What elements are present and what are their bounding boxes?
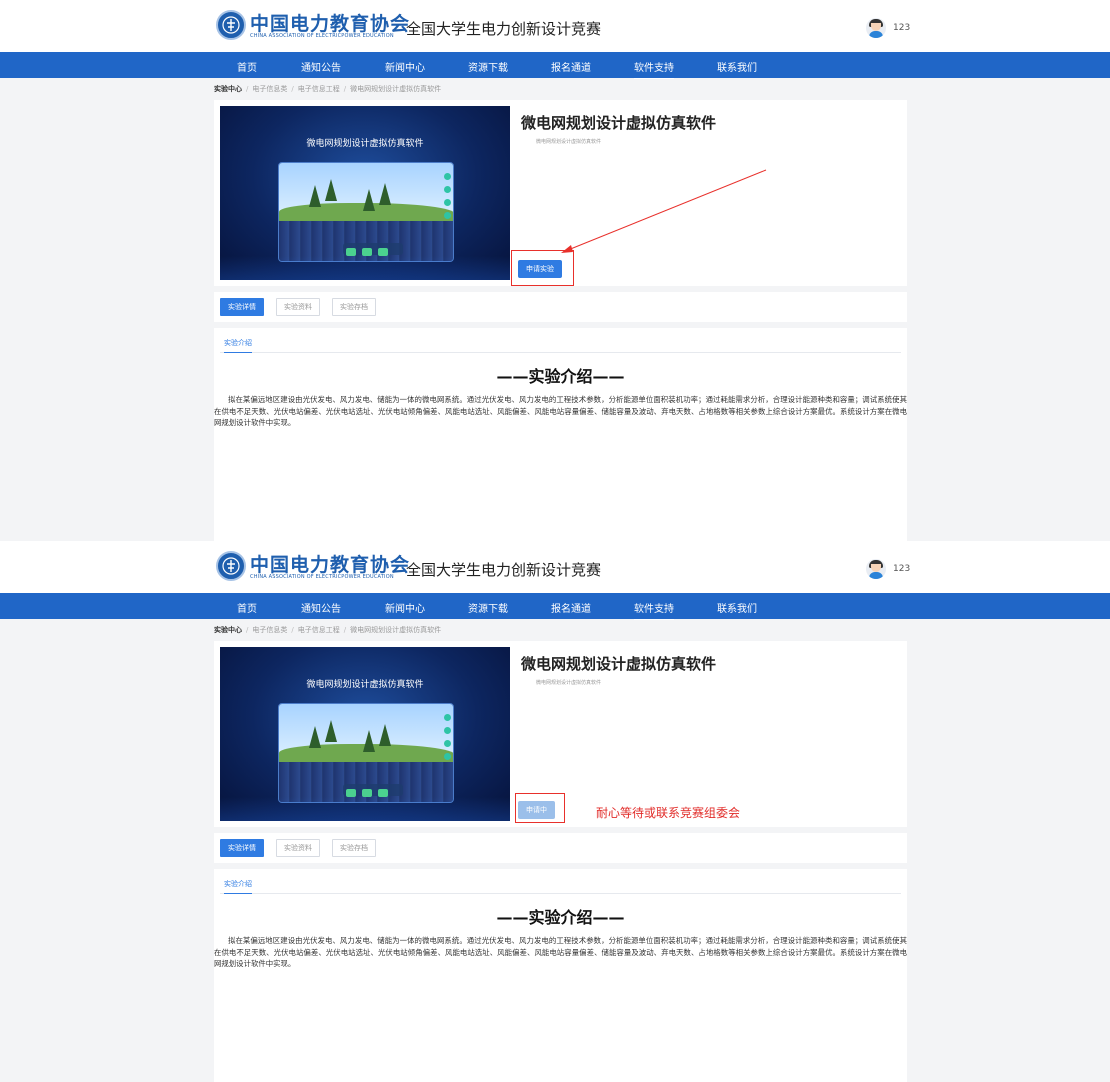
section-title: ——实验介绍—— (496, 367, 625, 386)
breadcrumb-item[interactable]: 电子信息工程 (298, 626, 340, 634)
breadcrumb-item[interactable]: 电子信息类 (252, 626, 287, 634)
product-title: 微电网规划设计虚拟仿真软件 (521, 114, 717, 132)
content-card: 实验介绍 ——实验介绍—— 拟在某偏远地区建设由光伏发电、风力发电、储能为一体的… (214, 869, 907, 1082)
product-cover-image: 微电网规划设计虚拟仿真软件 (220, 647, 510, 821)
user-avatar[interactable] (866, 18, 886, 38)
competition-title: 全国大学生电力创新设计竞赛 (406, 20, 602, 38)
nav-item-contact[interactable]: 联系我们 (717, 600, 757, 615)
association-logo-icon[interactable] (216, 551, 246, 581)
product-subtitle: 微电网规划设计虚拟仿真软件 (536, 139, 602, 145)
nav-item-notices[interactable]: 通知公告 (301, 59, 341, 74)
breadcrumb-item: 微电网规划设计虚拟仿真软件 (350, 626, 442, 634)
breadcrumb-item: 微电网规划设计虚拟仿真软件 (350, 85, 442, 93)
tab-experiment-details[interactable]: 实验详情 (220, 839, 264, 857)
cover-scene (278, 162, 454, 262)
site-header: 中国电力教育协会 CHINA ASSOCIATION OF ELECTRICPO… (0, 0, 1110, 52)
tab-experiment-archive[interactable]: 实验存档 (332, 839, 376, 857)
tab-experiment-details[interactable]: 实验详情 (220, 298, 264, 316)
main-nav: 首页 通知公告 新闻中心 资源下载 报名通道 软件支持 联系我们 (0, 52, 1110, 79)
sub-tabs: 实验介绍 (220, 879, 901, 894)
product-card: 微电网规划设计虚拟仿真软件 微电网规划设计虚拟仿真软件 微电网规划设计虚拟仿真软… (214, 100, 907, 286)
breadcrumb-item[interactable]: 电子信息类 (252, 85, 287, 93)
association-logo-icon[interactable] (216, 10, 246, 40)
site-header: 中国电力教育协会 CHINA ASSOCIATION OF ELECTRICPO… (0, 541, 1110, 593)
intro-paragraph: 拟在某偏远地区建设由光伏发电、风力发电、储能为一体的微电网系统。通过光伏发电、风… (214, 936, 907, 968)
username[interactable]: 123 (893, 564, 910, 574)
org-name-en: CHINA ASSOCIATION OF ELECTRICPOWER EDUCA… (250, 574, 394, 580)
breadcrumb-root[interactable]: 实验中心 (214, 85, 242, 93)
tab-experiment-archive[interactable]: 实验存档 (332, 298, 376, 316)
competition-title: 全国大学生电力创新设计竞赛 (406, 561, 602, 579)
screenshot-after: 中国电力教育协会 CHINA ASSOCIATION OF ELECTRICPO… (0, 541, 1110, 1082)
detail-tabs: 实验详情 实验资料 实验存档 (214, 833, 907, 863)
nav-item-home[interactable]: 首页 (237, 59, 257, 74)
sub-tab-intro[interactable]: 实验介绍 (224, 338, 252, 353)
breadcrumb: 实验中心 / 电子信息类 / 电子信息工程 / 微电网规划设计虚拟仿真软件 (214, 626, 442, 634)
breadcrumb-item[interactable]: 电子信息工程 (298, 85, 340, 93)
user-avatar[interactable] (866, 559, 886, 579)
cover-title: 微电网规划设计虚拟仿真软件 (306, 139, 424, 149)
nav-item-home[interactable]: 首页 (237, 600, 257, 615)
screenshot-before: 中国电力教育协会 CHINA ASSOCIATION OF ELECTRICPO… (0, 0, 1110, 541)
username[interactable]: 123 (893, 23, 910, 33)
nav-item-downloads[interactable]: 资源下载 (468, 600, 508, 615)
cover-scene (278, 703, 454, 803)
sub-tab-intro[interactable]: 实验介绍 (224, 879, 252, 894)
nav-item-software[interactable]: 软件支持 (634, 59, 674, 79)
nav-item-contact[interactable]: 联系我们 (717, 59, 757, 74)
highlight-box (515, 793, 565, 823)
breadcrumb: 实验中心 / 电子信息类 / 电子信息工程 / 微电网规划设计虚拟仿真软件 (214, 85, 442, 93)
nav-item-registration[interactable]: 报名通道 (551, 59, 591, 74)
detail-tabs: 实验详情 实验资料 实验存档 (214, 292, 907, 322)
annotation-text: 耐心等待或联系竞赛组委会 (596, 806, 741, 820)
tab-experiment-materials[interactable]: 实验资料 (276, 298, 320, 316)
content-card: 实验介绍 ——实验介绍—— 拟在某偏远地区建设由光伏发电、风力发电、储能为一体的… (214, 328, 907, 541)
product-cover-image: 微电网规划设计虚拟仿真软件 (220, 106, 510, 280)
org-name: 中国电力教育协会 (250, 13, 411, 35)
highlight-box (511, 250, 574, 286)
nav-item-notices[interactable]: 通知公告 (301, 600, 341, 615)
nav-item-news[interactable]: 新闻中心 (385, 600, 425, 615)
org-name-en: CHINA ASSOCIATION OF ELECTRICPOWER EDUCA… (250, 33, 394, 39)
tab-experiment-materials[interactable]: 实验资料 (276, 839, 320, 857)
nav-item-downloads[interactable]: 资源下载 (468, 59, 508, 74)
nav-item-software[interactable]: 软件支持 (634, 600, 674, 620)
product-title: 微电网规划设计虚拟仿真软件 (521, 655, 717, 673)
intro-paragraph: 拟在某偏远地区建设由光伏发电、风力发电、储能为一体的微电网系统。通过光伏发电、风… (214, 395, 907, 427)
nav-item-news[interactable]: 新闻中心 (385, 59, 425, 74)
cover-title: 微电网规划设计虚拟仿真软件 (306, 680, 424, 690)
main-nav: 首页 通知公告 新闻中心 资源下载 报名通道 软件支持 联系我们 (0, 593, 1110, 620)
product-card: 微电网规划设计虚拟仿真软件 微电网规划设计虚拟仿真软件 微电网规划设计虚拟仿真软… (214, 641, 907, 827)
product-subtitle: 微电网规划设计虚拟仿真软件 (536, 680, 602, 686)
org-name: 中国电力教育协会 (250, 554, 411, 576)
section-title: ——实验介绍—— (496, 908, 625, 927)
breadcrumb-root[interactable]: 实验中心 (214, 626, 242, 634)
sub-tabs: 实验介绍 (220, 338, 901, 353)
nav-item-registration[interactable]: 报名通道 (551, 600, 591, 615)
